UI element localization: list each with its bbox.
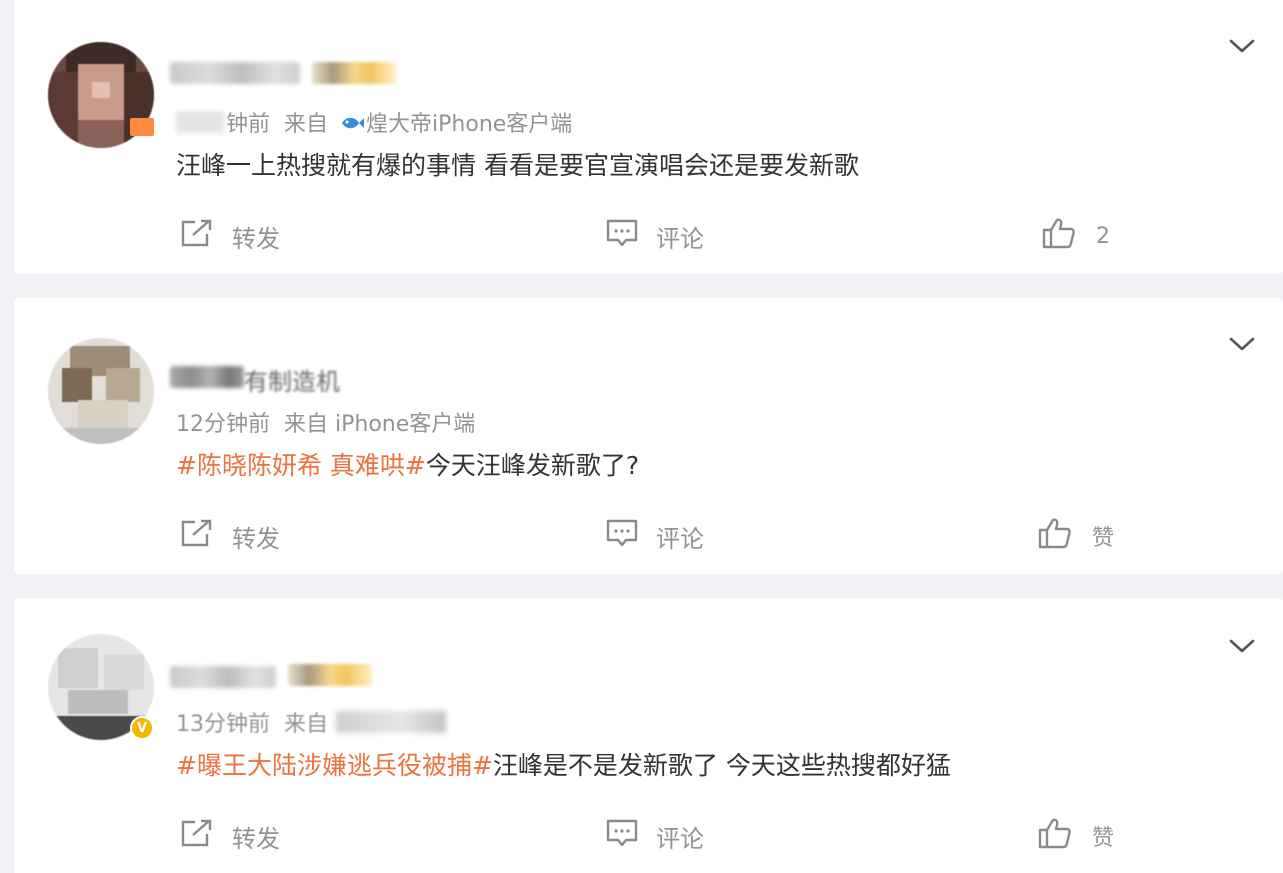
comment-button[interactable]: 评论	[606, 216, 704, 256]
fan-medal-redacted	[288, 664, 372, 686]
like-label: 赞	[1092, 826, 1115, 851]
comment-feed: 钟前 来自 煌大帝iPhone客户端 汪峰一上热搜就有爆的事情 看看是要官宣演唱…	[0, 0, 1283, 873]
comment-card: 钟前 来自 煌大帝iPhone客户端 汪峰一上热搜就有爆的事情 看看是要官宣演唱…	[14, 0, 1283, 274]
thumbs-up-icon	[1042, 217, 1076, 255]
avatar[interactable]	[48, 338, 154, 444]
repost-button[interactable]: 转发	[180, 816, 280, 856]
comment-label: 评论	[656, 524, 704, 553]
post-text: 今天汪峰发新歌了?	[425, 451, 640, 480]
like-label: 赞	[1092, 526, 1115, 551]
user-name-redacted[interactable]	[170, 666, 276, 688]
post-source[interactable]: 来自 iPhone客户端	[284, 406, 475, 438]
avatar-badge	[130, 118, 154, 136]
post-source-prefix: 来自	[284, 712, 329, 737]
action-bar: 转发 评论 赞	[14, 516, 1283, 556]
post-time: 钟前	[226, 112, 271, 137]
chevron-down-icon[interactable]	[1229, 638, 1255, 654]
post-meta: 钟前 来自 煌大帝iPhone客户端	[176, 106, 572, 138]
like-button[interactable]: 赞	[1038, 816, 1114, 856]
thumbs-up-icon	[1038, 817, 1072, 855]
client-redacted[interactable]	[336, 711, 447, 733]
comment-button[interactable]: 评论	[606, 516, 704, 556]
post-content: #陈晓陈妍希 真难哄#今天汪峰发新歌了?	[176, 446, 639, 482]
repost-label: 转发	[232, 224, 280, 253]
fan-medal-redacted	[312, 62, 396, 84]
comment-icon	[606, 218, 638, 254]
post-source-prefix: 来自	[284, 112, 329, 137]
comment-button[interactable]: 评论	[606, 816, 704, 856]
post-meta: 13分钟前 来自	[176, 706, 447, 738]
comment-label: 评论	[656, 224, 704, 253]
repost-icon	[180, 518, 214, 554]
repost-button[interactable]: 转发	[180, 516, 280, 556]
action-bar: 转发 评论 赞	[14, 816, 1283, 856]
repost-icon	[180, 218, 214, 254]
comment-label: 评论	[656, 824, 704, 853]
post-content: #曝王大陆涉嫌逃兵役被捕#汪峰是不是发新歌了 今天这些热搜都好猛	[176, 746, 951, 782]
post-client[interactable]: 煌大帝iPhone客户端	[366, 106, 572, 138]
repost-button[interactable]: 转发	[180, 216, 280, 256]
user-name-partial[interactable]: 有制造机	[244, 362, 340, 397]
repost-label: 转发	[232, 824, 280, 853]
user-name-redacted[interactable]	[170, 62, 300, 84]
time-redacted	[176, 111, 224, 133]
post-text: 汪峰是不是发新歌了 今天这些热搜都好猛	[492, 751, 951, 780]
like-button[interactable]: 2	[1042, 216, 1110, 256]
post-time: 13分钟前	[176, 712, 270, 737]
comment-icon	[606, 818, 638, 854]
fish-icon	[340, 113, 365, 131]
like-count: 2	[1096, 223, 1110, 249]
comment-icon	[606, 518, 638, 554]
topic-link[interactable]: #陈晓陈妍希 真难哄#	[176, 451, 426, 480]
post-time: 12分钟前	[176, 412, 270, 437]
repost-icon	[180, 818, 214, 854]
topic-link[interactable]: #曝王大陆涉嫌逃兵役被捕#	[176, 751, 493, 780]
action-bar: 转发 评论 2	[14, 216, 1283, 256]
like-button[interactable]: 赞	[1038, 516, 1114, 556]
comment-card: 13分钟前 来自 #曝王大陆涉嫌逃兵役被捕#汪峰是不是发新歌了 今天这些热搜都好…	[14, 598, 1283, 873]
post-meta: 12分钟前 来自 iPhone客户端	[176, 406, 475, 438]
repost-label: 转发	[232, 524, 280, 553]
comment-card: 有制造机 12分钟前 来自 iPhone客户端 #陈晓陈妍希 真难哄#今天汪峰发…	[14, 298, 1283, 574]
verified-v-icon: V	[130, 716, 154, 740]
thumbs-up-icon	[1038, 517, 1072, 555]
post-text: 汪峰一上热搜就有爆的事情 看看是要官宣演唱会还是要发新歌	[176, 151, 859, 180]
chevron-down-icon[interactable]	[1229, 336, 1255, 352]
chevron-down-icon[interactable]	[1229, 38, 1255, 54]
post-content: 汪峰一上热搜就有爆的事情 看看是要官宣演唱会还是要发新歌	[176, 146, 859, 182]
user-name-redacted[interactable]	[170, 366, 244, 388]
